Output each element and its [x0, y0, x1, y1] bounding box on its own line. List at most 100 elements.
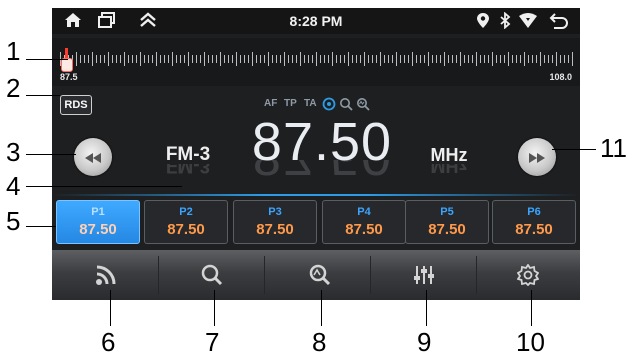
tuner-tick [328, 55, 329, 63]
tuner-tick [108, 52, 109, 66]
tuner-tick [172, 52, 173, 66]
tuner-tick [192, 55, 193, 63]
preset-label: P3 [268, 206, 282, 218]
tuner-tick [164, 55, 165, 63]
radio-screen: 8:28 PM 87.5 108.0 RDS AF TP TA FM-3 FM-… [52, 8, 580, 300]
callout-10: 10 [516, 327, 545, 357]
tuner-tick [124, 52, 125, 66]
tuner-tick [552, 55, 553, 63]
preset-label: P2 [179, 206, 193, 218]
rds-button[interactable]: RDS [60, 95, 92, 115]
bluetooth-icon [498, 11, 512, 34]
callout-line-8 [321, 290, 322, 326]
divider-line [52, 194, 580, 196]
tuner-tick [144, 55, 145, 63]
tuner-tick [456, 55, 457, 63]
tuner-tick [392, 55, 393, 63]
tuner-tick [228, 55, 229, 63]
seek-back-button[interactable] [74, 138, 112, 176]
tuner-tick [384, 55, 385, 63]
tuner-tick [184, 55, 185, 63]
seek-forward-button[interactable] [518, 138, 556, 176]
preset-frequency: 87.50 [515, 221, 553, 238]
tuner-tick [492, 52, 493, 66]
tuner-tick [436, 55, 437, 63]
tuner-tick [404, 55, 405, 63]
tuner-tick [364, 52, 365, 66]
callout-line-10 [531, 290, 532, 326]
tuner-tick [372, 55, 373, 63]
tuner-needle-handle[interactable] [61, 58, 73, 72]
tuner-tick [300, 52, 301, 66]
tuner-tick [84, 55, 85, 63]
status-bar: 8:28 PM [52, 8, 580, 34]
flag-tp: TP [284, 98, 297, 109]
callout-line-3 [26, 154, 76, 155]
callout-9: 9 [417, 327, 432, 357]
preset-p4[interactable]: P4 87.50 [322, 200, 406, 244]
tuner-tick [400, 55, 401, 63]
tuner-tick [188, 52, 189, 66]
tuner-tick [548, 55, 549, 63]
tuner-tick [352, 55, 353, 63]
preset-frequency: 87.50 [256, 221, 294, 238]
preset-label: P5 [440, 206, 454, 218]
tuner-tick [332, 52, 333, 66]
tuner-tick [572, 52, 573, 66]
tuner-tick [428, 52, 429, 66]
tuner-max-label: 108.0 [549, 72, 572, 82]
tuner-tick [308, 55, 309, 63]
preset-p2[interactable]: P2 87.50 [144, 200, 228, 244]
tuner-tick [80, 55, 81, 63]
search-button[interactable] [159, 250, 264, 300]
tuner-tick [152, 55, 153, 63]
tuner-tick [220, 52, 221, 66]
tuner-tick [268, 52, 269, 66]
preset-frequency: 87.50 [167, 221, 205, 238]
signal-button[interactable] [52, 250, 158, 300]
preset-label: P4 [357, 206, 371, 218]
callout-line-4 [26, 186, 182, 187]
preset-p6[interactable]: P6 87.50 [492, 200, 576, 244]
callout-8: 8 [312, 327, 327, 357]
tuner-tick [232, 55, 233, 63]
tuner-tick [464, 55, 465, 63]
scan-button[interactable] [265, 250, 370, 300]
tuner-tick [240, 55, 241, 63]
tuner-tick [208, 55, 209, 63]
preset-p1[interactable]: P1 87.50 [56, 200, 140, 244]
tuner-tick [504, 55, 505, 63]
preset-p5[interactable]: P5 87.50 [405, 200, 489, 244]
search-icon [201, 264, 223, 291]
tuner-tick [320, 55, 321, 63]
tuner-tick [472, 55, 473, 63]
tuner-tick [488, 55, 489, 63]
tuner-tick [528, 55, 529, 63]
tuner-tick [468, 55, 469, 63]
settings-button[interactable] [477, 250, 580, 300]
tuner-tick [180, 55, 181, 63]
tuner-tick [120, 55, 121, 63]
tuner-tick [252, 52, 253, 66]
tuner-tick [104, 55, 105, 63]
tuner-tick [116, 55, 117, 63]
tuner-tick [76, 52, 77, 66]
back-icon[interactable] [549, 12, 569, 34]
tuner-tick [556, 52, 557, 66]
tuner-tick [560, 55, 561, 63]
tuner-tick [244, 55, 245, 63]
tuner-tick [216, 55, 217, 63]
tuner-scale[interactable] [60, 52, 573, 66]
tuner-tick [260, 55, 261, 63]
tuner-tick [296, 55, 297, 63]
tuner-tick [100, 55, 101, 63]
equalizer-button[interactable] [371, 250, 476, 300]
tuner-tick [368, 55, 369, 63]
tuner-tick [480, 55, 481, 63]
callout-line-5 [26, 226, 56, 227]
frequency-unit: MHz [430, 145, 468, 165]
frequency-tuner[interactable]: 87.5 108.0 [52, 38, 580, 86]
preset-p3[interactable]: P3 87.50 [233, 200, 317, 244]
tuner-tick [168, 55, 169, 63]
tuner-tick [196, 55, 197, 63]
